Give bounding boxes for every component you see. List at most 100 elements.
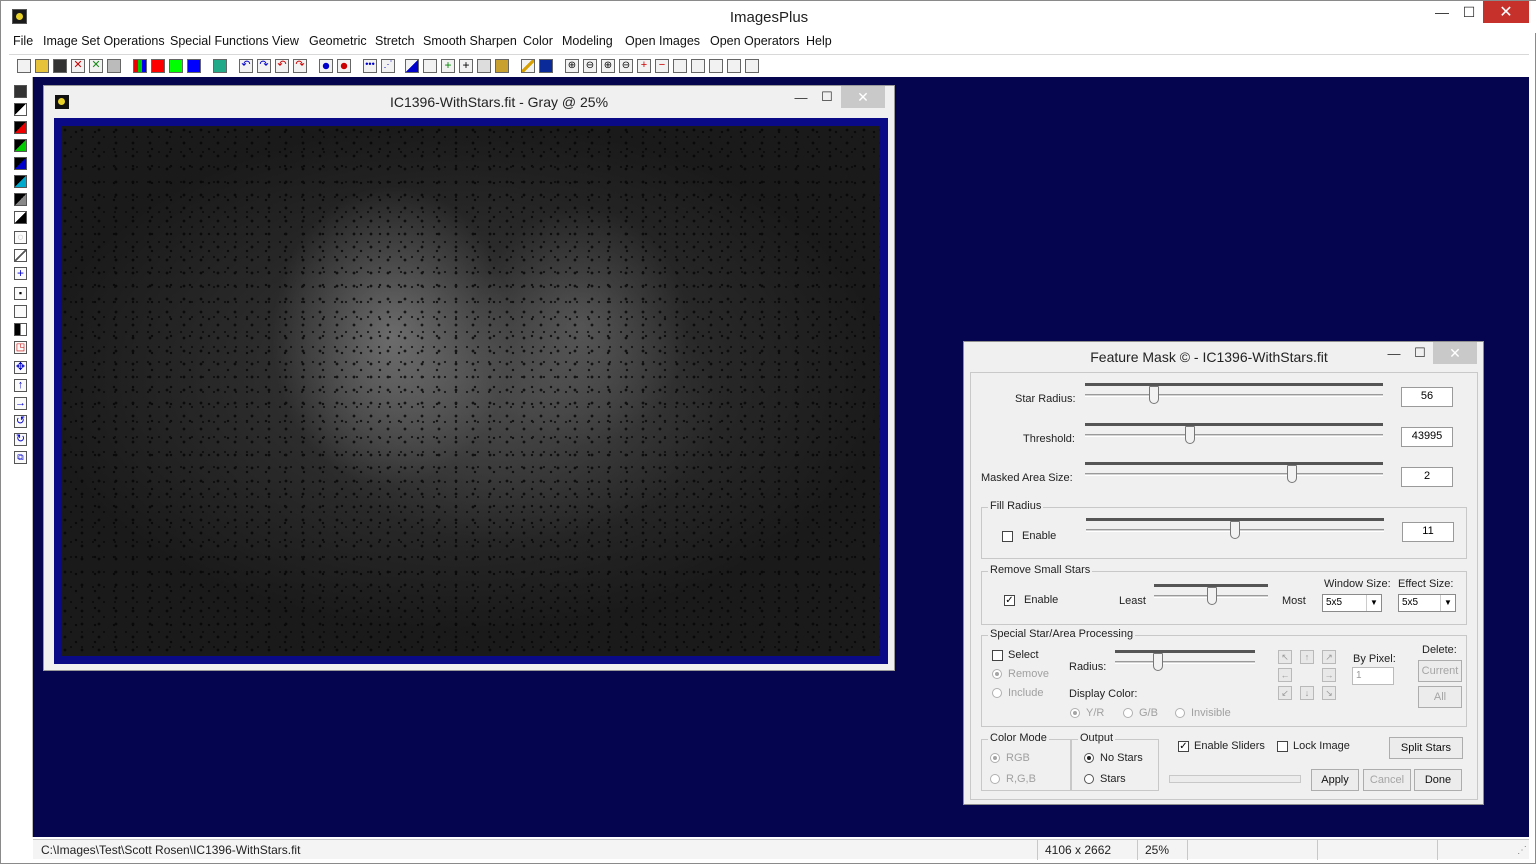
grid-overlay-icon[interactable] (477, 59, 491, 73)
rect-select-icon[interactable]: ◳ (14, 341, 27, 354)
zoom-out-icon[interactable]: ⊖ (583, 59, 597, 73)
by-pixel-spinner[interactable]: 1 (1352, 667, 1394, 685)
mask-invert-icon[interactable] (14, 211, 27, 224)
menu-view[interactable]: View (272, 34, 299, 48)
mask-gray-icon[interactable] (14, 193, 27, 206)
menu-color[interactable]: Color (523, 34, 553, 48)
split-icon[interactable] (14, 323, 27, 336)
zoom-plus-red-icon[interactable]: + (637, 59, 651, 73)
fm-maximize-button[interactable]: ☐ (1405, 342, 1435, 364)
curve-icon[interactable] (423, 59, 437, 73)
fm-close-button[interactable]: ✕ (1433, 342, 1477, 364)
menu-open-operators[interactable]: Open Operators (710, 34, 800, 48)
rgb-radio[interactable] (990, 753, 1000, 763)
window-3-icon[interactable] (709, 59, 723, 73)
invisible-radio[interactable] (1175, 708, 1185, 718)
red-channel-icon[interactable] (151, 59, 165, 73)
copy-left-icon[interactable]: ⧉ (14, 451, 27, 464)
zoom-actual-icon[interactable]: ⊖ (619, 59, 633, 73)
enable-sliders-checkbox[interactable]: ✓ (1178, 741, 1189, 752)
redo-all-icon[interactable]: ↷ (293, 59, 307, 73)
zoom-fit-icon[interactable]: ⊕ (601, 59, 615, 73)
menu-modeling[interactable]: Modeling (562, 34, 613, 48)
menu-file[interactable]: File (13, 34, 33, 48)
resize-grip-icon[interactable]: ⋰ (1517, 845, 1527, 856)
arrow-down-left-icon[interactable]: ↙ (1278, 686, 1292, 700)
star-radius-thumb[interactable] (1149, 386, 1159, 404)
image-maximize-button[interactable]: ☐ (812, 86, 842, 108)
save-icon[interactable] (53, 59, 67, 73)
masked-area-thumb[interactable] (1287, 465, 1297, 483)
align-icon[interactable] (14, 305, 27, 318)
circle-select-red-icon[interactable] (337, 59, 351, 73)
done-button[interactable]: Done (1414, 769, 1462, 791)
grid-icon[interactable] (213, 59, 227, 73)
arrow-down-right-icon[interactable]: ↘ (1322, 686, 1336, 700)
split-stars-button[interactable]: Split Stars (1389, 737, 1463, 759)
window-size-select[interactable]: 5x5 ▼ (1322, 594, 1382, 612)
arrow-down-icon[interactable]: ↓ (1300, 686, 1314, 700)
new-file-icon[interactable] (17, 59, 31, 73)
crosshair-icon[interactable]: + (459, 59, 473, 73)
close-button[interactable]: ✕ (1483, 1, 1529, 23)
remove-radio[interactable] (992, 669, 1002, 679)
stars-radio[interactable] (1084, 774, 1094, 784)
arrow-up-right-icon[interactable]: ↗ (1322, 650, 1336, 664)
table-icon[interactable] (539, 59, 553, 73)
menu-geometric[interactable]: Geometric (309, 34, 367, 48)
remove-small-thumb[interactable] (1207, 587, 1217, 605)
image-close-button[interactable]: ✕ (841, 86, 885, 108)
delete-all-button[interactable]: All (1418, 686, 1462, 708)
star-radius-value[interactable]: 56 (1401, 387, 1453, 407)
menu-special-functions[interactable]: Special Functions (170, 34, 269, 48)
lasso-icon[interactable]: ◌ (14, 231, 27, 244)
menu-stretch[interactable]: Stretch (375, 34, 415, 48)
special-radius-slider[interactable] (1115, 650, 1255, 671)
fill-radius-thumb[interactable] (1230, 521, 1240, 539)
delete-current-button[interactable]: Current (1418, 660, 1462, 682)
effect-size-select[interactable]: 5x5 ▼ (1398, 594, 1456, 612)
fill-radius-value[interactable]: 11 (1402, 522, 1454, 542)
special-radius-thumb[interactable] (1153, 653, 1163, 671)
move-icon[interactable]: ✥ (14, 361, 27, 374)
threshold-thumb[interactable] (1185, 426, 1195, 444)
lock-image-checkbox[interactable] (1277, 741, 1288, 752)
window-icon[interactable] (673, 59, 687, 73)
masked-area-slider[interactable] (1085, 462, 1383, 483)
open-folder-icon[interactable] (35, 59, 49, 73)
nebula-image[interactable] (62, 126, 880, 656)
arrow-up-left-icon[interactable]: ↖ (1278, 650, 1292, 664)
copy-icon[interactable] (107, 59, 121, 73)
masked-area-value[interactable]: 2 (1401, 467, 1453, 487)
save-left-icon[interactable] (14, 85, 27, 98)
menu-open-images[interactable]: Open Images (625, 34, 700, 48)
redo-icon[interactable]: ↷ (257, 59, 271, 73)
close-image-icon[interactable]: ✕ (71, 59, 85, 73)
select-checkbox[interactable] (992, 650, 1003, 661)
zoom-minus-red-icon[interactable]: − (655, 59, 669, 73)
histogram-icon[interactable] (405, 59, 419, 73)
zoom-in-icon[interactable]: ⊕ (565, 59, 579, 73)
window-4-icon[interactable] (727, 59, 741, 73)
mask-red-icon[interactable] (14, 121, 27, 134)
rotate-left-icon[interactable]: ↺ (14, 415, 27, 428)
green-channel-icon[interactable] (169, 59, 183, 73)
fill-radius-slider[interactable] (1086, 518, 1384, 539)
square-select-icon[interactable]: ▪ (14, 287, 27, 300)
add-icon[interactable]: + (441, 59, 455, 73)
dotted-area-icon[interactable]: ⋰ (381, 59, 395, 73)
threshold-slider[interactable] (1085, 423, 1383, 444)
star-radius-slider[interactable] (1085, 383, 1383, 404)
undo-all-icon[interactable]: ↶ (275, 59, 289, 73)
threshold-value[interactable]: 43995 (1401, 427, 1453, 447)
apply-button[interactable]: Apply (1311, 769, 1359, 791)
star-tool-icon[interactable]: + (14, 267, 27, 280)
rotate-right-icon[interactable]: ↻ (14, 433, 27, 446)
close-all-icon[interactable]: ✕ (89, 59, 103, 73)
menu-image-set-operations[interactable]: Image Set Operations (43, 34, 165, 48)
remove-small-enable-checkbox[interactable]: ✓ (1004, 595, 1015, 606)
undo-icon[interactable]: ↶ (239, 59, 253, 73)
no-stars-radio[interactable] (1084, 753, 1094, 763)
mask-blue-icon[interactable] (14, 157, 27, 170)
gb-radio[interactable] (1123, 708, 1133, 718)
